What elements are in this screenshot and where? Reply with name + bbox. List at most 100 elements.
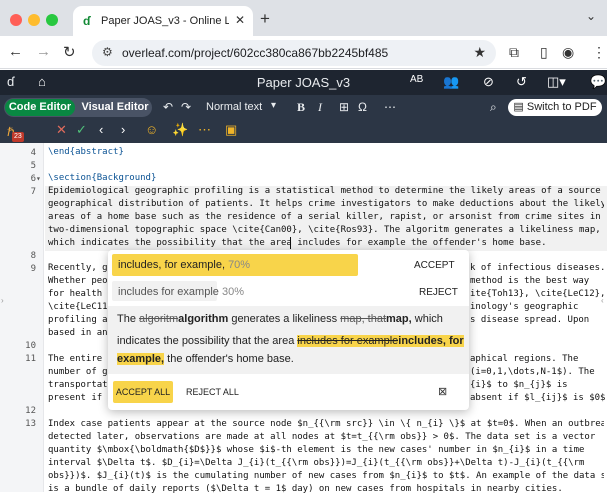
writefull-toolbar	[0, 120, 607, 143]
code-line[interactable]: The entire p	[48, 353, 108, 366]
chat-icon[interactable]: 💬	[590, 74, 606, 90]
code-line[interactable]: absent if $l_{ij}$ is $0$.	[470, 392, 607, 405]
code-line[interactable]: profiling al	[48, 314, 108, 327]
suggestion-count-badge: 23	[12, 132, 24, 142]
sparkle-icon[interactable]: ✨	[172, 122, 188, 138]
bookmark-star-icon[interactable]: ★	[473, 44, 486, 61]
extensions-icon[interactable]: ⧉	[509, 44, 519, 61]
line-number: 6	[30, 174, 36, 184]
code-line[interactable]: obs}})$. $J_{i}(t)$ is the cumulating nu…	[48, 470, 604, 483]
suggestion-confidence: 30%	[221, 286, 244, 298]
share-users-icon[interactable]: 👥	[443, 74, 459, 90]
reload-icon[interactable]: ↻	[63, 43, 76, 61]
url-text[interactable]: overleaf.com/project/602cc380ca867bb2245…	[122, 46, 388, 60]
reject-x-icon[interactable]: ✕	[56, 122, 67, 138]
code-line[interactable]: present if t	[48, 392, 108, 405]
widget-icon[interactable]: ▣	[225, 122, 237, 138]
accept-all-button[interactable]: ACCEPT ALL	[113, 381, 173, 403]
emoji-face-icon[interactable]: ☺	[145, 122, 158, 137]
line-number: 5	[30, 161, 36, 171]
switch-to-pdf-button[interactable]: ▤ Switch to PDF	[508, 99, 602, 116]
back-arrow-icon[interactable]: ←	[8, 43, 23, 60]
insert-figure-icon[interactable]: ⊞	[339, 100, 349, 114]
text-style-select[interactable]: Normal text	[206, 101, 262, 113]
math-omega-icon[interactable]: Ω	[358, 100, 367, 114]
code-line[interactable]: Epidemiological geographic profiling is …	[48, 185, 604, 198]
forward-arrow-icon[interactable]: →	[36, 43, 51, 60]
history-icon[interactable]: ↺	[516, 74, 527, 90]
previous-suggestion-icon[interactable]: ‹	[99, 122, 103, 137]
code-editor-button[interactable]: Code Editor	[5, 99, 75, 116]
code-line[interactable]: (i=0,1,\dots,N-1$). The	[470, 366, 607, 379]
deleted-text: algoritm	[139, 313, 179, 325]
code-line[interactable]: areas of a home base such as the residen…	[48, 211, 604, 224]
code-line[interactable]: {i}$ to $n_{j}$ is	[470, 379, 607, 392]
site-settings-icon[interactable]: ⚙	[102, 45, 113, 59]
browser-menu-icon[interactable]: ⋮	[592, 44, 606, 61]
code-line[interactable]: for health r	[48, 288, 108, 301]
suggestion-option-2[interactable]: includes for example 30%	[112, 281, 244, 301]
code-line[interactable]: Recently, ge	[48, 262, 108, 275]
preview-text: generates a likeliness	[228, 313, 341, 325]
italic-icon[interactable]: I	[318, 100, 322, 115]
preview-text: The	[117, 313, 140, 325]
close-tab-icon[interactable]: ✕	[235, 13, 245, 27]
redo-icon[interactable]: ↷	[181, 100, 191, 114]
preview-line: indicates the possibility that the area …	[117, 335, 464, 347]
review-icon[interactable]: AB	[410, 74, 423, 85]
dismiss-icon[interactable]: ⊠	[438, 385, 447, 398]
code-line[interactable]: \end{abstract}	[48, 146, 604, 159]
code-line[interactable]: inology's geographic	[470, 301, 607, 314]
line-number: 7	[30, 187, 36, 197]
visual-editor-button[interactable]: Visual Editor	[79, 99, 151, 116]
code-line[interactable]: aphical regions. The	[470, 353, 607, 366]
code-line[interactable]: \cite{LeC11}	[48, 301, 108, 314]
accept-button[interactable]: ACCEPT	[414, 260, 455, 271]
fold-chevron-icon[interactable]: ▾	[36, 174, 41, 183]
preview-text: the offender's home base.	[164, 353, 294, 365]
reject-button[interactable]: REJECT	[419, 287, 458, 298]
code-line[interactable]: geographical distribution of patients. I…	[48, 198, 604, 211]
bold-icon[interactable]: B	[297, 100, 305, 115]
code-line[interactable]: which indicates the possibility that the…	[48, 237, 604, 250]
code-line[interactable]: transportat	[48, 379, 108, 392]
overleaf-leaf-icon: ɗ	[83, 14, 91, 28]
code-line[interactable]: two-dimensional topographic space \cite{…	[48, 224, 604, 237]
code-line[interactable]: number of ge	[48, 366, 108, 379]
code-line[interactable]: detected later, observations are made at…	[48, 431, 604, 444]
code-line[interactable]: \section{Background}	[48, 172, 604, 185]
close-window-button[interactable]	[10, 14, 22, 26]
address-bar[interactable]: ⚙ overleaf.com/project/602cc380ca867bb22…	[92, 40, 496, 66]
code-line[interactable]: k of infectious diseases.	[470, 262, 607, 275]
suggestion-option-1[interactable]: includes, for example, 70%	[112, 254, 358, 276]
minimize-window-button[interactable]	[28, 14, 40, 26]
code-line[interactable]: based in an	[48, 327, 108, 340]
more-options-icon[interactable]: ⋯	[384, 100, 396, 114]
accept-check-icon[interactable]: ✓	[76, 122, 87, 138]
dots-icon[interactable]: ⋯	[198, 122, 211, 138]
tab-list-chevron-icon[interactable]: ⌄	[586, 9, 596, 23]
undo-icon[interactable]: ↶	[163, 100, 173, 114]
code-line[interactable]: Whether peop	[48, 275, 108, 288]
reject-all-button[interactable]: REJECT ALL	[186, 387, 239, 397]
code-line[interactable]: method is the best way	[470, 275, 607, 288]
profile-avatar-icon[interactable]: ◉	[562, 44, 574, 61]
left-collapse-icon[interactable]: ›	[1, 296, 4, 305]
next-suggestion-icon[interactable]: ›	[121, 122, 125, 137]
sidebar-icon[interactable]: ▯	[540, 44, 548, 61]
submit-icon[interactable]: ⊘	[483, 74, 494, 90]
code-line[interactable]: is a bundle of daily reports ($\Delta t …	[48, 483, 604, 496]
new-tab-icon[interactable]: +	[260, 9, 270, 29]
search-icon[interactable]: ⌕	[490, 100, 497, 115]
maximize-window-button[interactable]	[46, 14, 58, 26]
inserted-text: map,	[386, 313, 412, 325]
browser-tab[interactable]: ɗ Paper JOAS_v3 - Online LaTe ✕	[73, 6, 253, 36]
layout-icon[interactable]: ◫▾	[547, 74, 566, 90]
code-line[interactable]: quantity $\mbox{\boldmath{$D$}}$ whose $…	[48, 444, 604, 457]
code-line[interactable]: interval $\Delta t$. $D_{i}=\Delta J_{i}…	[48, 457, 604, 470]
code-line[interactable]: ite{Toh13}, \cite{LeC12},	[470, 288, 607, 301]
code-line[interactable]: Index case patients appear at the source…	[48, 418, 604, 431]
chevron-down-icon[interactable]: ▾	[271, 100, 276, 111]
suggestion-text: includes, for example,	[118, 259, 225, 271]
code-line[interactable]: s disease spread. Upon	[470, 314, 607, 327]
